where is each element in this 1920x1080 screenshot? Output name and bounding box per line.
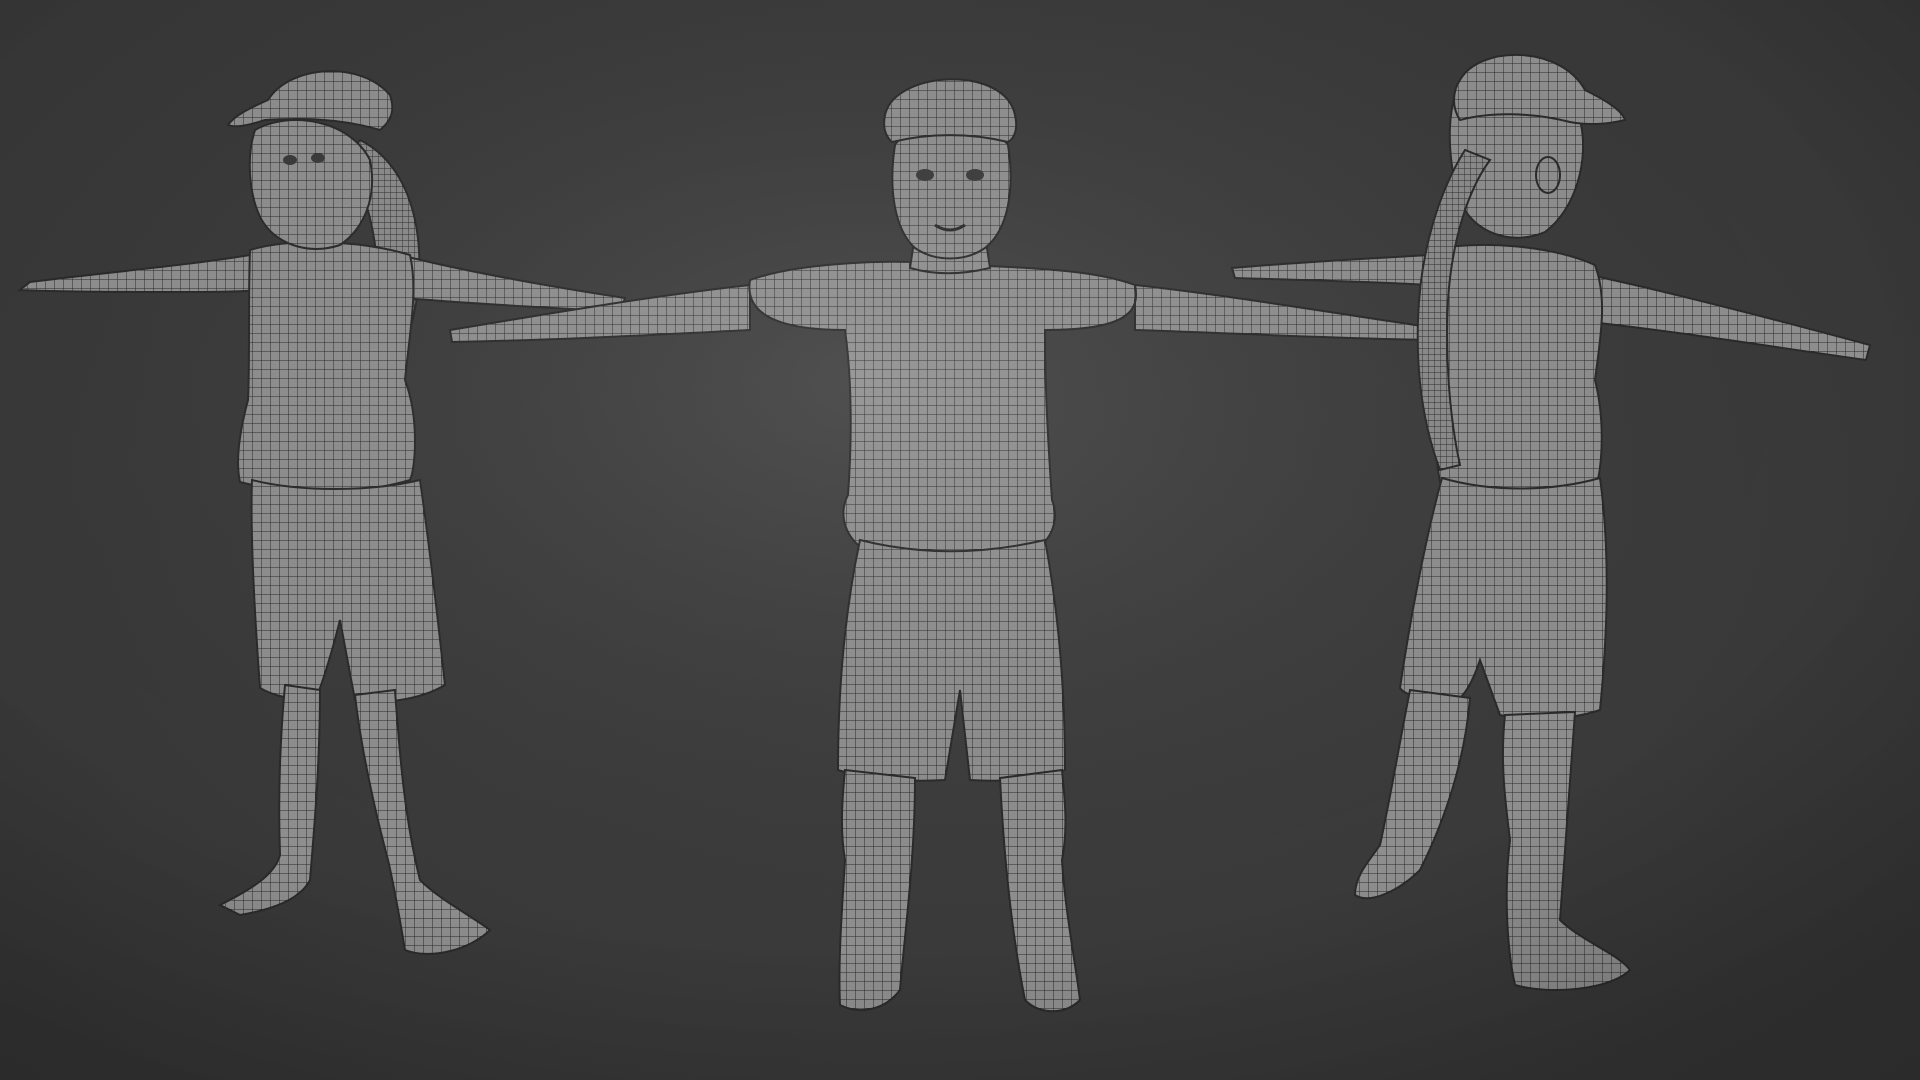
3d-viewport[interactable] bbox=[0, 0, 1920, 1080]
lighting-overlay bbox=[0, 0, 1920, 1080]
scene-canvas bbox=[0, 0, 1920, 1080]
